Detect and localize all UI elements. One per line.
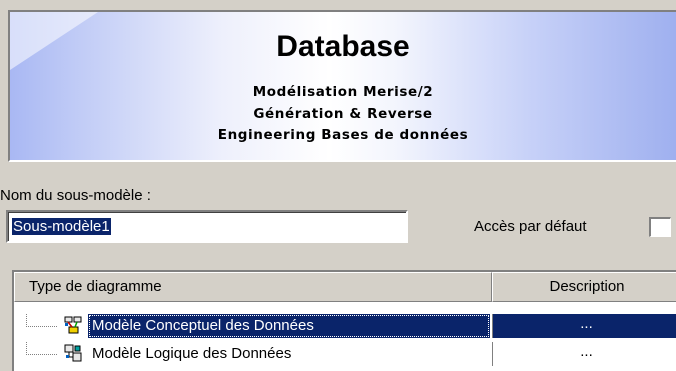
diagram-type-table: Type de diagramme Description Modèle Con… <box>12 270 676 371</box>
submodel-name-input[interactable]: Sous-modèle1 <box>6 210 408 243</box>
mld-diagram-icon <box>64 344 82 362</box>
banner-title: Database <box>276 30 410 63</box>
table-header: Type de diagramme Description <box>14 272 676 302</box>
column-header-description[interactable]: Description <box>492 272 676 302</box>
banner-subtitle-3: Engineering Bases de données <box>217 127 469 143</box>
mcd-diagram-icon <box>64 316 82 334</box>
table-row[interactable]: Modèle Conceptuel des Données ... <box>14 314 676 338</box>
tree-connector <box>26 342 57 355</box>
banner-subtitle-1: Modélisation Merise/2 <box>252 84 434 100</box>
submodel-name-value: Sous-modèle1 <box>12 218 111 235</box>
row-description-button[interactable]: ... <box>492 342 676 366</box>
column-header-type[interactable]: Type de diagramme <box>14 272 492 302</box>
banner-subtitle-2: Génération & Reverse <box>253 106 433 122</box>
banner: Database Modélisation Merise/2 Génératio… <box>8 10 676 162</box>
row-type: Modèle Conceptuel des Données <box>88 314 490 338</box>
row-type: Modèle Logique des Données <box>92 345 292 362</box>
default-access-checkbox[interactable] <box>649 217 671 237</box>
default-access-label: Accès par défaut <box>474 218 587 235</box>
table-row[interactable]: Modèle Logique des Données ... <box>14 342 676 366</box>
row-description-button[interactable]: ... <box>492 314 676 338</box>
tree-connector <box>26 314 57 327</box>
submodel-name-label: Nom du sous-modèle : <box>0 187 151 204</box>
